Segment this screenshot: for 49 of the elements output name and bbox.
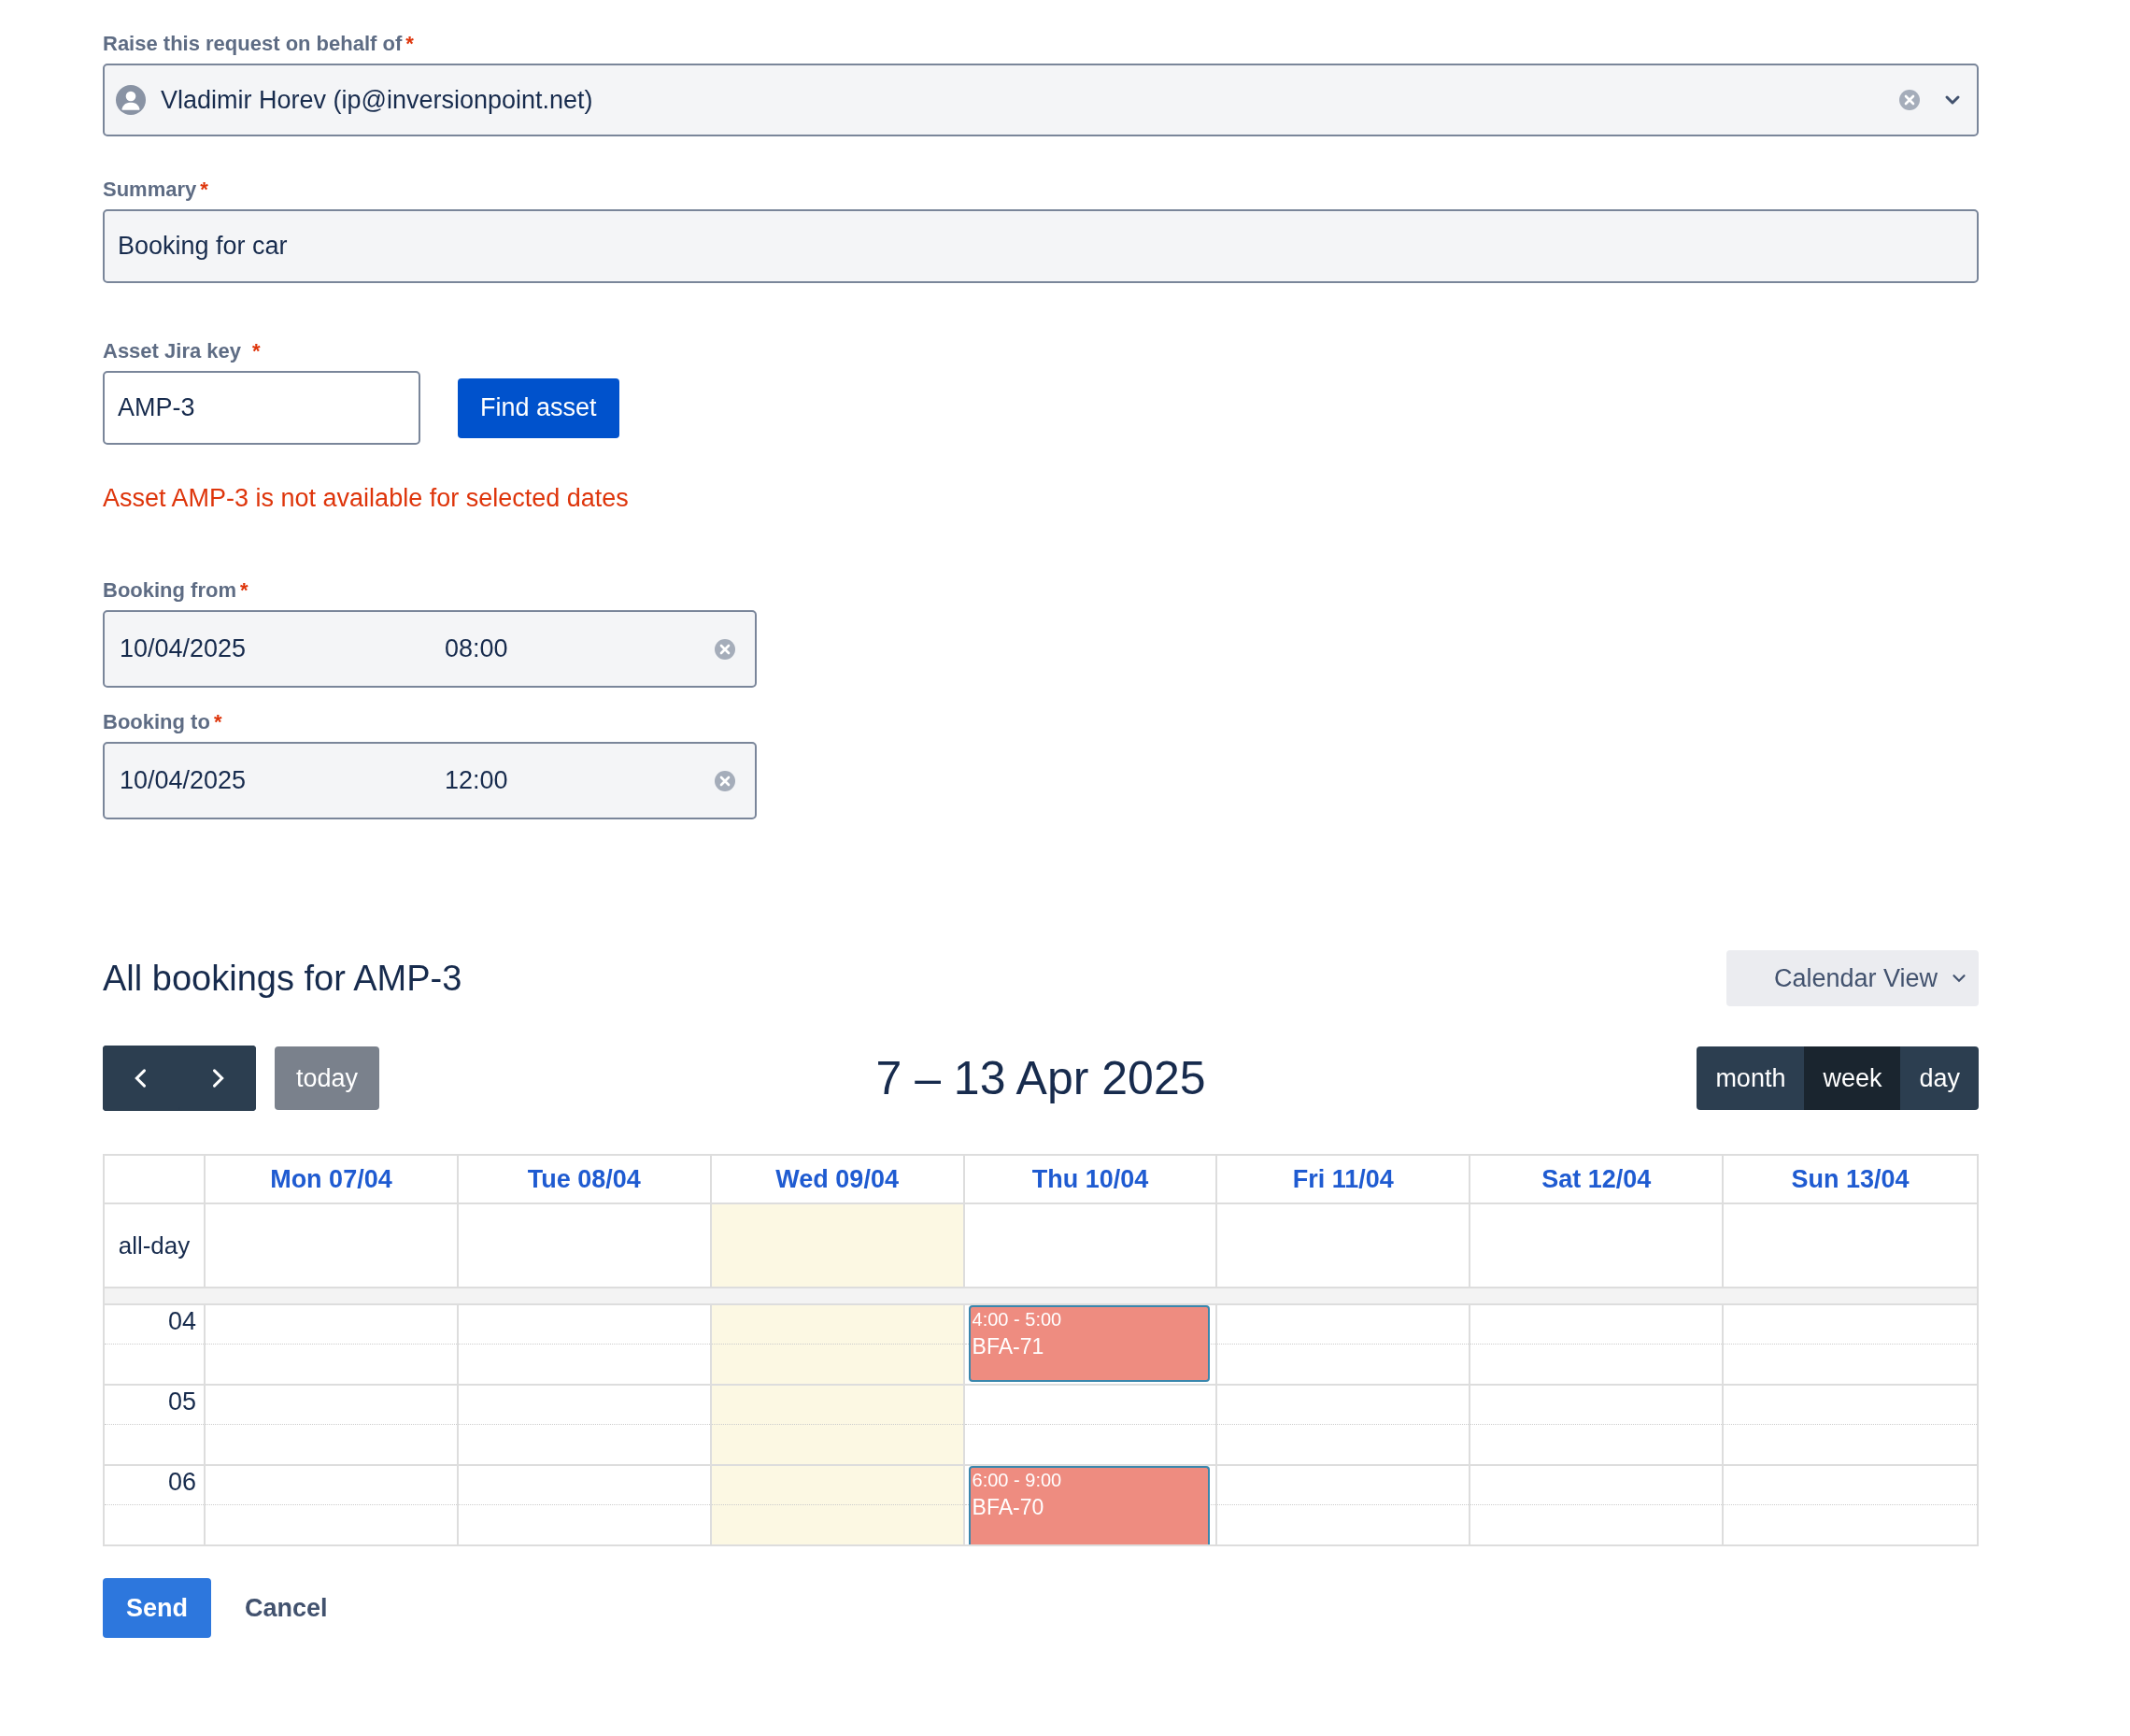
cancel-button[interactable]: Cancel [230,1593,343,1623]
time-value: 08:00 [445,634,509,663]
summary-field[interactable]: Booking for car [103,209,1979,283]
required-mark: * [240,578,248,603]
view-tab[interactable]: month [1697,1046,1805,1110]
view-tab[interactable]: day [1900,1046,1979,1110]
datetime-field[interactable]: 10/04/2025 12:00 [103,742,757,819]
error-message: Asset AMP-3 is not available for selected dates [103,484,630,513]
field-label: Raise this request on behalf of [103,32,403,56]
section-heading: All bookings for AMP-3 [103,958,462,999]
requester-select[interactable]: Vladimir Horev (ip@inversionpoint.net) [103,64,1979,136]
hour-label: 05 [167,1387,196,1416]
clear-icon[interactable] [714,769,736,792]
date-value: 10/04/2025 [120,634,248,663]
today-button[interactable]: today [275,1046,379,1110]
field-label: Asset Jira key [103,339,241,363]
time-value: 12:00 [445,766,509,795]
event-time: 4:00 - 5:00 [972,1309,1063,1330]
field-label: Booking from [103,578,236,603]
date-range-title: 7 – 13 Apr 2025 [875,1051,1206,1105]
day-header: Sun 13/04 [1790,1163,1910,1195]
all-day-label: all-day [118,1231,191,1260]
hour-label: 06 [167,1468,196,1497]
required-mark: * [213,710,222,734]
day-header: Sat 12/04 [1470,1156,1725,1202]
hour-label: 04 [167,1307,196,1336]
event-time: 6:00 - 9:00 [972,1470,1063,1491]
view-select[interactable]: Calendar View [1726,950,1979,1006]
day-header: Tue 08/04 [458,1156,712,1202]
event-title: BFA-71 [972,1334,1045,1359]
required-mark: * [405,32,414,56]
send-button[interactable]: Send [103,1578,211,1638]
field-label: Booking to [103,710,210,734]
required-mark: * [200,178,208,202]
event-title: BFA-70 [972,1495,1045,1520]
datetime-field[interactable]: 10/04/2025 08:00 [103,610,757,688]
field-label: Summary [103,178,197,202]
find-asset-button[interactable]: Find asset [458,377,619,438]
day-header: Wed 09/04 [711,1156,965,1202]
clear-icon[interactable] [1898,89,1921,111]
day-header: Mon 07/04 [206,1156,459,1202]
person-icon [116,85,146,115]
day-header: Fri 11/04 [1217,1156,1471,1202]
required-mark: * [252,339,261,363]
day-header: Thu 10/04 [964,1156,1218,1202]
view-tab[interactable]: week [1804,1046,1901,1110]
date-value: 10/04/2025 [120,766,248,795]
asset-key-field[interactable]: AMP-3 [103,371,420,445]
clear-icon[interactable] [714,637,736,661]
